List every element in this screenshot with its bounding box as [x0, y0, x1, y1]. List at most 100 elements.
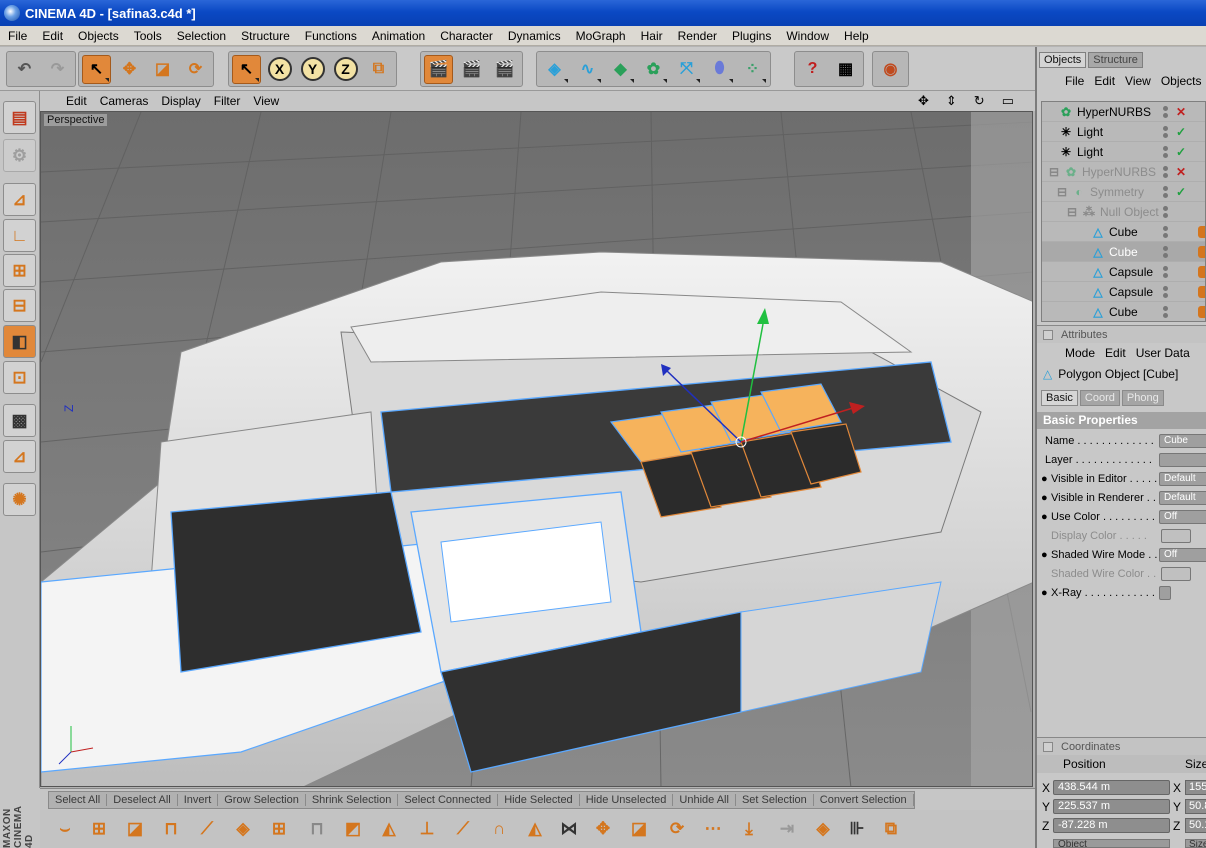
list-item[interactable]: ✳ Light ✓ — [1042, 142, 1205, 162]
enabled-check-icon[interactable]: ✓ — [1176, 145, 1186, 159]
tab-coord[interactable]: Coord — [1079, 390, 1120, 406]
visible-in-renderer-select[interactable]: Default — [1159, 491, 1206, 505]
size-mode-select[interactable]: Size — [1185, 839, 1206, 848]
list-item[interactable]: ⊟ ✿ HyperNURBS ✕ — [1042, 162, 1205, 182]
cmd-hide-unselected[interactable]: Hide Unselected — [580, 794, 674, 806]
smooth-shift-button[interactable]: ◩ — [338, 814, 368, 844]
collapse-box-icon[interactable] — [1043, 329, 1053, 340]
melt-button[interactable]: ⤓ — [734, 814, 764, 844]
normal-move-button[interactable]: ◭ — [374, 814, 404, 844]
display-color-swatch[interactable] — [1161, 529, 1191, 543]
normal-rotate-button[interactable]: ⟋ — [448, 814, 478, 844]
position-z-input[interactable]: -87.228 m — [1053, 818, 1170, 833]
viewport-menu-cameras[interactable]: Cameras — [100, 94, 149, 108]
list-item[interactable]: △ Cube — [1042, 222, 1205, 242]
layout-button[interactable]: ▦ — [831, 55, 860, 84]
tab-phong[interactable]: Phong — [1121, 390, 1164, 406]
material-tag-icon[interactable] — [1198, 306, 1205, 318]
render-picture-viewer-button[interactable]: 🎬 — [490, 55, 519, 84]
add-spline-button[interactable]: ∿ — [573, 55, 602, 84]
list-item[interactable]: ⊟ ◐ Symmetry ✓ — [1042, 182, 1205, 202]
menu-hair[interactable]: Hair — [633, 29, 670, 43]
workplane-button[interactable]: ⊿ — [3, 440, 36, 473]
y-axis-button[interactable]: Y — [298, 55, 327, 84]
collapse-icon[interactable]: ⊟ — [1056, 185, 1068, 199]
position-x-input[interactable]: 438.544 m — [1053, 780, 1170, 795]
attr-menu-edit[interactable]: Edit — [1105, 346, 1126, 360]
split-button[interactable]: ⇥ — [772, 814, 802, 844]
attr-menu-user-data[interactable]: User Data — [1136, 346, 1190, 360]
menu-dynamics[interactable]: Dynamics — [500, 29, 568, 43]
size-x-input[interactable]: 155 — [1185, 780, 1206, 795]
coordinates-header[interactable]: Coordinates — [1037, 737, 1206, 755]
extrude-inner-button[interactable]: ⊞ — [264, 814, 294, 844]
menu-animation[interactable]: Animation — [364, 29, 432, 43]
material-tag-icon[interactable] — [1198, 266, 1205, 278]
mirror-button[interactable]: ⋈ — [554, 814, 584, 844]
material-tag-icon[interactable] — [1198, 226, 1205, 238]
list-item[interactable]: △ Cube — [1042, 302, 1205, 321]
cmd-unhide-all[interactable]: Unhide All — [673, 794, 736, 806]
shaded-wire-color-swatch[interactable] — [1161, 567, 1191, 581]
texture-mode-button[interactable]: ▩ — [3, 404, 36, 437]
magnet-button[interactable]: ∩ — [484, 814, 514, 844]
tab-structure[interactable]: Structure — [1088, 52, 1143, 68]
bevel-button[interactable]: ◪ — [120, 814, 150, 844]
last-tool-button[interactable]: ↖ — [232, 54, 261, 84]
list-item[interactable]: △ Capsule — [1042, 262, 1205, 282]
sculpt-button[interactable]: ✺ — [3, 483, 36, 516]
list-item[interactable]: ✿ HyperNURBS ✕ — [1042, 102, 1205, 122]
undo-button[interactable]: ↶ — [10, 55, 39, 84]
uv-points-button[interactable]: ⊡ — [3, 361, 36, 394]
cmd-shrink-selection[interactable]: Shrink Selection — [306, 794, 399, 806]
weld-button[interactable]: ◪ — [624, 814, 654, 844]
enabled-check-icon[interactable]: ✓ — [1176, 125, 1186, 139]
add-point-button[interactable]: ⊞ — [84, 814, 114, 844]
move-button[interactable]: ✥ — [115, 55, 144, 84]
menu-tools[interactable]: Tools — [126, 29, 169, 43]
tab-basic[interactable]: Basic — [1041, 390, 1078, 406]
extrude-button[interactable]: ◈ — [228, 814, 258, 844]
scale-button[interactable]: ◪ — [148, 55, 177, 84]
visible-in-editor-select[interactable]: Default — [1159, 472, 1206, 486]
size-y-input[interactable]: 50.8 — [1185, 799, 1206, 814]
cmd-convert-selection[interactable]: Convert Selection — [814, 794, 914, 806]
normal-scale-button[interactable]: ⊥ — [412, 814, 442, 844]
objects-menu-view[interactable]: View — [1125, 74, 1151, 88]
web-button[interactable]: ◉ — [876, 55, 905, 84]
objects-menu-objects[interactable]: Objects — [1161, 74, 1202, 88]
dolly-icon[interactable]: ⇕ — [946, 93, 957, 109]
cmd-invert[interactable]: Invert — [178, 794, 219, 806]
tab-objects[interactable]: Objects — [1039, 52, 1087, 68]
menu-structure[interactable]: Structure — [233, 29, 297, 43]
menu-objects[interactable]: Objects — [70, 29, 126, 43]
cmd-select-all[interactable]: Select All — [49, 794, 108, 806]
slide-button[interactable]: ✥ — [588, 814, 618, 844]
name-field[interactable]: Cube — [1159, 434, 1206, 448]
z-axis-button[interactable]: Z — [331, 55, 360, 84]
add-cube-button[interactable]: ◈ — [540, 55, 569, 84]
enabled-check-icon[interactable]: ✓ — [1176, 185, 1186, 199]
points-mode-button[interactable]: ⊞ — [3, 254, 36, 287]
add-deformer-button[interactable]: ⤧ — [672, 55, 701, 84]
list-item[interactable]: △ Capsule — [1042, 282, 1205, 302]
stitch-button[interactable]: ⟳ — [662, 814, 692, 844]
list-item[interactable]: ⊟ ⁂ Null Object — [1042, 202, 1205, 222]
objects-menu-file[interactable]: File — [1065, 74, 1084, 88]
polygons-mode-button[interactable]: ◧ — [3, 325, 36, 358]
rotate-button[interactable]: ⟳ — [181, 55, 210, 84]
list-item[interactable]: ✳ Light ✓ — [1042, 122, 1205, 142]
cmd-hide-selected[interactable]: Hide Selected — [498, 794, 580, 806]
cmd-set-selection[interactable]: Set Selection — [736, 794, 814, 806]
viewport-menu-edit[interactable]: Edit — [66, 94, 87, 108]
maximize-view-icon[interactable]: ▭ — [1002, 93, 1014, 109]
list-item-selected[interactable]: △ Cube — [1042, 242, 1205, 262]
render-view-button[interactable]: 🎬 — [424, 54, 453, 84]
disabled-cross-icon[interactable]: ✕ — [1176, 105, 1186, 119]
cmd-select-connected[interactable]: Select Connected — [398, 794, 499, 806]
optimize-button[interactable]: ⧉ — [876, 814, 906, 844]
viewport-menu-display[interactable]: Display — [161, 94, 200, 108]
redo-button[interactable]: ↷ — [43, 55, 72, 84]
add-particle-button[interactable]: ⁘ — [738, 55, 767, 84]
perspective-viewport[interactable]: Z Perspective — [40, 111, 1033, 787]
